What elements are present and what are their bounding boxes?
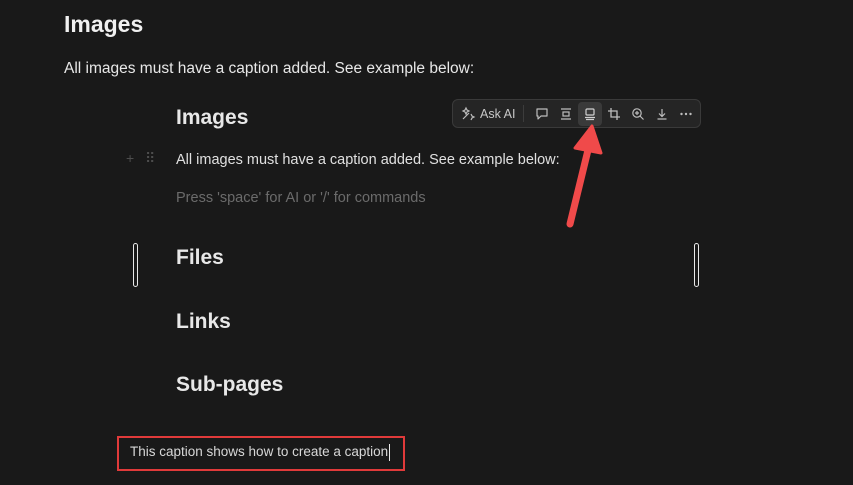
- image-placeholder: Press 'space' for AI or '/' for commands: [176, 190, 426, 206]
- section-sub-pages: Sub-pages: [176, 373, 284, 396]
- caption-input[interactable]: This caption shows how to create a capti…: [130, 444, 391, 461]
- download-icon[interactable]: [650, 102, 674, 126]
- page-paragraph: All images must have a caption added. Se…: [64, 60, 475, 77]
- annotation-arrow-icon: [566, 124, 603, 228]
- comment-icon[interactable]: [530, 102, 554, 126]
- page-heading: Images: [64, 11, 144, 37]
- image-paragraph: All images must have a caption added. Se…: [176, 152, 560, 168]
- crop-icon[interactable]: [602, 102, 626, 126]
- resize-handle-left[interactable]: [133, 243, 138, 287]
- resize-handle-right[interactable]: [694, 243, 699, 287]
- image-heading: Images: [176, 106, 249, 129]
- ask-ai-button[interactable]: Ask AI: [453, 102, 519, 126]
- section-files: Files: [176, 246, 224, 269]
- add-block-icon: +: [126, 150, 135, 166]
- ai-sparkle-icon: [461, 106, 476, 121]
- caption-text: This caption shows how to create a capti…: [130, 444, 389, 460]
- section-links: Links: [176, 310, 231, 333]
- text-cursor: [389, 444, 391, 461]
- drag-handle-icon: ⠿: [145, 150, 155, 166]
- toolbar-divider: [523, 105, 525, 122]
- zoom-in-icon[interactable]: [626, 102, 650, 126]
- ask-ai-label: Ask AI: [480, 106, 516, 121]
- more-icon[interactable]: [674, 102, 698, 126]
